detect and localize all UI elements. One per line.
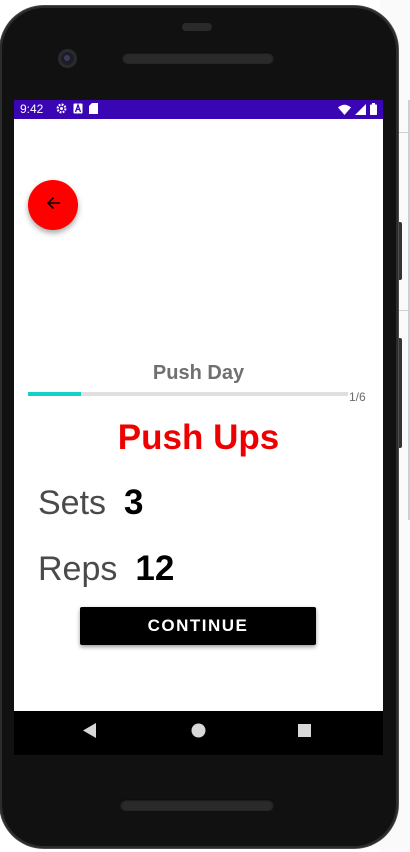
nav-back-button[interactable] (80, 723, 100, 743)
nav-recents-button[interactable] (294, 723, 314, 743)
workout-progress-fill (28, 392, 82, 396)
a-icon (73, 103, 83, 117)
nav-home-button[interactable] (188, 723, 208, 743)
volume-button (398, 338, 402, 448)
sets-value: 3 (124, 483, 144, 522)
wifi-icon (338, 104, 351, 118)
reps-value: 12 (135, 549, 175, 588)
navigation-bar (14, 711, 383, 755)
workout-progress-bar (28, 392, 348, 396)
reps-row: Reps 12 (38, 549, 174, 589)
top-speaker-grille (122, 52, 274, 64)
workout-progress-text: 1/6 (349, 390, 366, 404)
status-bar: 9:42 (14, 100, 383, 119)
reps-label: Reps (38, 550, 118, 588)
back-triangle-icon (83, 723, 97, 743)
workout-title: Push Day (152, 362, 245, 384)
earpiece (182, 23, 212, 31)
bottom-speaker-grille (120, 799, 274, 811)
status-time: 9:42 (20, 102, 44, 116)
home-circle-icon (191, 723, 206, 743)
continue-button[interactable]: CONTINUE (80, 607, 316, 645)
battery-icon (370, 103, 377, 118)
status-icons-right (338, 103, 377, 118)
signal-icon (355, 103, 366, 118)
status-icons-left (56, 103, 98, 117)
exercise-name: Push Ups (117, 418, 280, 457)
power-button (398, 222, 402, 280)
sets-label: Sets (38, 484, 107, 522)
back-button[interactable] (28, 180, 78, 230)
app-screen: 9:42 Push Day 1/6 Push Ups Sets 3 Reps 1… (14, 100, 383, 711)
gear-icon (56, 103, 67, 117)
recents-square-icon (297, 724, 311, 742)
front-camera (58, 49, 77, 68)
sets-row: Sets 3 (38, 483, 144, 523)
arrow-left-icon (45, 195, 61, 216)
sd-card-icon (89, 103, 98, 117)
